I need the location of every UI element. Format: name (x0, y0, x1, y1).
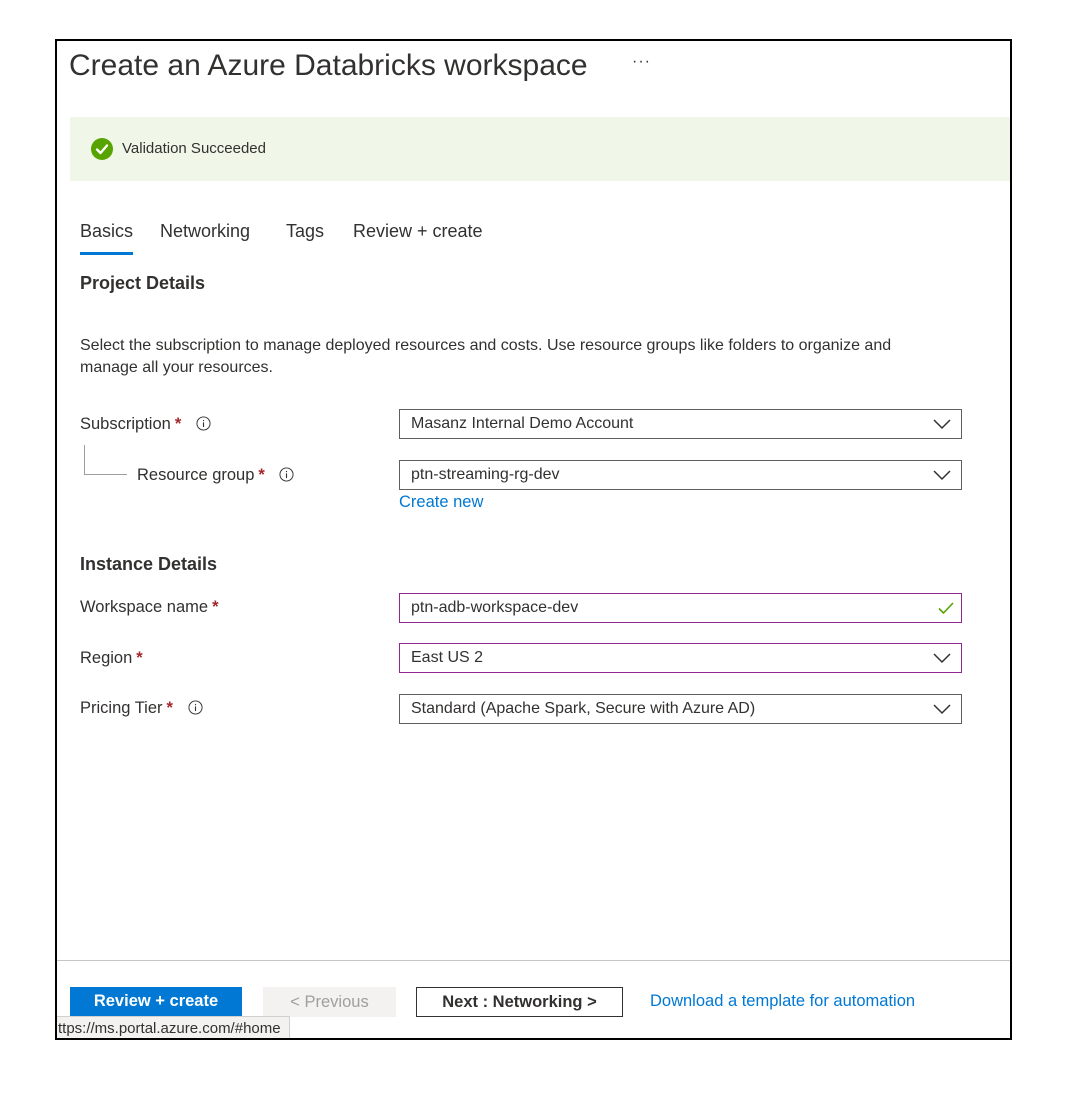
subscription-label-text: Subscription (80, 415, 171, 433)
chevron-down-icon (933, 704, 951, 715)
region-dropdown[interactable]: East US 2 (399, 643, 962, 673)
tab-basics[interactable]: Basics (80, 221, 134, 255)
resource-group-label: Resource group * (137, 466, 294, 485)
instance-details-heading: Instance Details (80, 554, 218, 574)
required-asterisk: * (258, 466, 265, 484)
tab-tags[interactable]: Tags (286, 221, 324, 242)
project-details-heading: Project Details (80, 273, 206, 293)
create-workspace-blade: Create an Azure Databricks workspace ···… (55, 39, 1012, 1040)
create-new-resource-group-link[interactable]: Create new (399, 493, 483, 512)
workspace-name-label-text: Workspace name (80, 598, 209, 616)
pricing-tier-dropdown[interactable]: Standard (Apache Spark, Secure with Azur… (399, 694, 962, 724)
required-asterisk: * (136, 649, 143, 667)
project-details-description: Select the subscription to manage deploy… (80, 337, 892, 376)
tab-networking[interactable]: Networking (160, 221, 250, 242)
download-template-link[interactable]: Download a template for automation (650, 992, 915, 1011)
validation-status-text: Validation Succeeded (122, 140, 266, 157)
chevron-down-icon (933, 653, 951, 664)
subscription-value: Masanz Internal Demo Account (411, 415, 634, 432)
resource-group-dropdown[interactable]: ptn-streaming-rg-dev (399, 460, 962, 490)
tab-review-create[interactable]: Review + create (353, 221, 483, 242)
previous-button: < Previous (263, 987, 396, 1017)
chevron-down-icon (933, 419, 951, 430)
more-options-button[interactable]: ··· (632, 53, 651, 71)
status-bar-url: ttps://ms.portal.azure.com/#home (57, 1016, 290, 1038)
pricing-tier-label: Pricing Tier * (80, 699, 203, 718)
region-label: Region * (80, 649, 143, 668)
region-label-text: Region (80, 649, 133, 667)
info-icon[interactable] (188, 700, 203, 715)
required-asterisk: * (166, 699, 173, 717)
workspace-name-input[interactable]: ptn-adb-workspace-dev (399, 593, 962, 623)
workspace-name-value: ptn-adb-workspace-dev (411, 599, 579, 616)
tree-connector (84, 445, 127, 475)
pricing-tier-value: Standard (Apache Spark, Secure with Azur… (411, 700, 756, 717)
checkmark-icon (938, 602, 954, 615)
subscription-label: Subscription * (80, 415, 211, 434)
check-circle-icon (91, 138, 113, 160)
region-value: East US 2 (411, 649, 484, 666)
next-networking-button[interactable]: Next : Networking > (416, 987, 623, 1017)
required-asterisk: * (212, 598, 219, 616)
required-asterisk: * (174, 415, 182, 433)
resource-group-value: ptn-streaming-rg-dev (411, 466, 560, 483)
info-icon[interactable] (196, 416, 211, 431)
pricing-tier-label-text: Pricing Tier (80, 699, 163, 717)
validation-banner: Validation Succeeded (70, 117, 1010, 181)
subscription-dropdown[interactable]: Masanz Internal Demo Account (399, 409, 962, 439)
workspace-name-label: Workspace name * (80, 598, 219, 617)
resource-group-label-text: Resource group (137, 466, 255, 484)
chevron-down-icon (933, 470, 951, 481)
footer-divider (57, 960, 1010, 961)
page-title: Create an Azure Databricks workspace (69, 49, 588, 82)
info-icon[interactable] (279, 467, 294, 482)
